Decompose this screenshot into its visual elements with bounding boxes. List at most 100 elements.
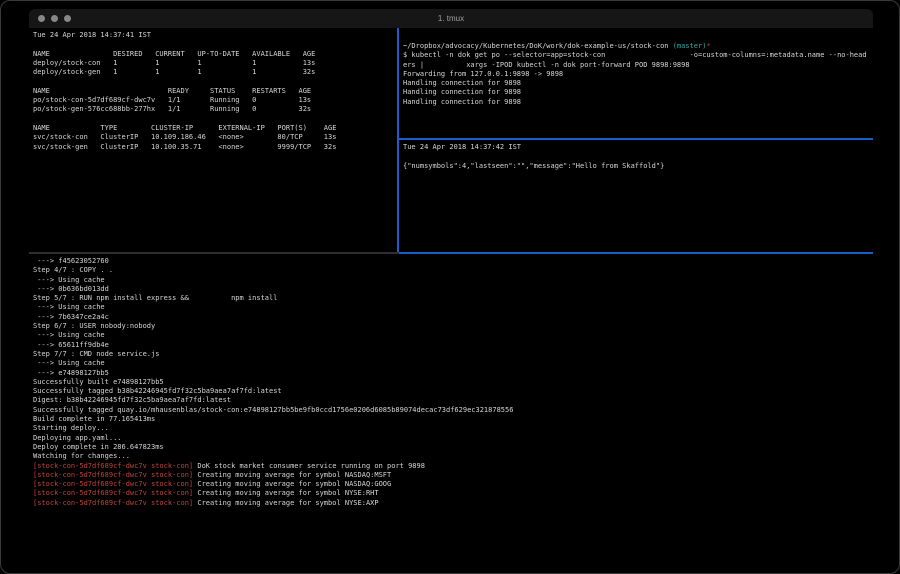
terminal-line: Digest: b38b42246945fd7f32c5ba9aea7af7fd… [33,396,869,405]
terminal-text-segment: Step 6/7 : USER nobody:nobody [33,322,155,330]
terminal-text-segment: Deploying app.yaml... [33,434,122,442]
terminal-text-segment: ---> Using cache [33,276,105,284]
terminal-text-segment: [stock-con-5d7df689cf-dwc7v stock-con] [33,471,193,479]
terminal-line: svc/stock-gen ClusterIP 10.100.35.71 <no… [33,143,396,152]
terminal-text-segment: [stock-con-5d7df689cf-dwc7v stock-con] [33,489,193,497]
terminal-text-segment: ---> 7b6347ce2a4c [33,313,109,321]
terminal-line: Forwarding from 127.0.0.1:9898 -> 9898 [403,70,869,79]
terminal-line: Tue 24 Apr 2018 14:37:42 IST [403,143,869,152]
terminal-line: $ kubectl -n dok get po --selector=app=s… [403,51,869,60]
terminal-line: Step 7/7 : CMD node service.js [33,350,869,359]
terminal-text-segment: [stock-con-5d7df689cf-dwc7v stock-con] [33,480,193,488]
terminal-text-segment: Build complete in 77.165413ms [33,415,155,423]
terminal-text-segment: Watching for changes... [33,452,130,460]
terminal-line: ---> Using cache [33,303,869,312]
terminal-line: Step 5/7 : RUN npm install express && np… [33,294,869,303]
terminal-window: 1. tmux Tue 24 Apr 2018 14:37:41 IST NAM… [29,9,873,532]
terminal-line: svc/stock-con ClusterIP 10.109.186.46 <n… [33,133,396,142]
terminal-line: {"numsymbols":4,"lastseen":"","message":… [403,162,869,171]
terminal-text-segment: ers | xargs -IPOD kubectl -n dok port-fo… [403,61,690,69]
terminal-text-segment: ---> Using cache [33,303,105,311]
terminal-line: Handling connection for 9898 [403,98,869,107]
terminal-line: NAME DESIRED CURRENT UP-TO-DATE AVAILABL… [33,50,396,59]
terminal-text-segment: [stock-con-5d7df689cf-dwc7v stock-con] [33,499,193,507]
terminal-text-segment: Successfully tagged quay.io/mhausenblas/… [33,406,513,414]
terminal-text-segment: Starting deploy... [33,424,109,432]
terminal-line: Step 6/7 : USER nobody:nobody [33,322,869,331]
terminal-line: ers | xargs -IPOD kubectl -n dok port-fo… [403,61,869,70]
terminal-text-segment: ---> f45623052760 [33,257,109,265]
terminal-line: ---> f45623052760 [33,257,869,266]
terminal-text-segment: ---> Using cache [33,331,105,339]
terminal-text-segment: deploy/stock-gen 1 1 1 1 32s [33,68,315,76]
terminal-text-segment: Creating moving average for symbol NYSE:… [193,489,378,497]
terminal-line: deploy/stock-con 1 1 1 1 13s [33,59,396,68]
pane-port-forward[interactable]: ~/Dropbox/advocacy/Kubernetes/DoK/work/d… [403,42,869,136]
terminal-text-segment: po/stock-gen-576cc688bb-277hx 1/1 Runnin… [33,105,311,113]
terminal-text-segment: Creating moving average for symbol NASDA… [193,480,391,488]
terminal-line: Deploy complete in 286.647823ms [33,443,869,452]
window-titlebar[interactable]: 1. tmux [29,9,873,28]
terminal-line: ---> Using cache [33,359,869,368]
terminal-line: Watching for changes... [33,452,869,461]
pane-border-right-horizontal[interactable] [399,138,873,140]
terminal-line: [stock-con-5d7df689cf-dwc7v stock-con] C… [33,499,869,508]
terminal-line: ---> 0b636bd013dd [33,285,869,294]
terminal-line: ---> 65611ff9db4e [33,341,869,350]
terminal-text-segment: {"numsymbols":4,"lastseen":"","message":… [403,162,664,170]
terminal-line: ---> e74898127bb5 [33,369,869,378]
terminal-text-segment: ---> e74898127bb5 [33,369,109,377]
terminal-line: Successfully tagged b38b42246945fd7f32c5… [33,387,869,396]
terminal-line: [stock-con-5d7df689cf-dwc7v stock-con] D… [33,462,869,471]
terminal-line: Handling connection for 9898 [403,88,869,97]
terminal-text-segment: Tue 24 Apr 2018 14:37:42 IST [403,143,521,151]
window-title: 1. tmux [29,14,873,23]
terminal-line: Handling connection for 9898 [403,79,869,88]
terminal-text-segment: deploy/stock-con 1 1 1 1 13s [33,59,315,67]
pane-skaffold-build[interactable]: ---> f45623052760Step 4/7 : COPY . . ---… [33,257,869,515]
terminal-text-segment: ~/Dropbox/advocacy/Kubernetes/DoK/work/d… [403,42,673,50]
terminal-text-segment: Handling connection for 9898 [403,79,521,87]
terminal-text-segment: NAME TYPE CLUSTER-IP EXTERNAL-IP PORT(S)… [33,124,336,132]
terminal-line: Successfully built e74898127bb5 [33,378,869,387]
pane-kubectl-watch[interactable]: Tue 24 Apr 2018 14:37:41 IST NAME DESIRE… [33,31,396,251]
terminal-line [403,152,869,161]
terminal-text-segment: $ kubectl -n dok get po --selector=app=s… [403,51,867,59]
terminal-line: Deploying app.yaml... [33,434,869,443]
terminal-text-segment: NAME READY STATUS RESTARTS AGE [33,87,311,95]
pane-border-main-left[interactable] [29,252,399,254]
terminal-line [33,40,396,49]
terminal-line [33,77,396,86]
pane-border-main-right[interactable] [399,252,873,254]
terminal-text-segment: Forwarding from 127.0.0.1:9898 -> 9898 [403,70,563,78]
terminal-text-segment: * [706,42,710,50]
terminal-text-segment: svc/stock-con ClusterIP 10.109.186.46 <n… [33,133,336,141]
pane-service-output[interactable]: Tue 24 Apr 2018 14:37:42 IST {"numsymbol… [403,143,869,249]
terminal-line: Tue 24 Apr 2018 14:37:41 IST [33,31,396,40]
terminal-text-segment: Handling connection for 9898 [403,88,521,96]
terminal-text-segment: Creating moving average for symbol NYSE:… [193,499,378,507]
terminal-line: ---> Using cache [33,276,869,285]
terminal-text-segment: ---> 65611ff9db4e [33,341,109,349]
terminal-text-segment: (master) [673,42,707,50]
terminal-text-segment: Creating moving average for symbol NASDA… [193,471,391,479]
terminal-text-segment: Successfully built e74898127bb5 [33,378,164,386]
terminal-line: ~/Dropbox/advocacy/Kubernetes/DoK/work/d… [403,42,869,51]
terminal-text-segment: po/stock-con-5d7df689cf-dwc7v 1/1 Runnin… [33,96,311,104]
screenshot-frame: 1. tmux Tue 24 Apr 2018 14:37:41 IST NAM… [0,0,900,574]
terminal-line: Step 4/7 : COPY . . [33,266,869,275]
terminal-text-segment: Deploy complete in 286.647823ms [33,443,164,451]
pane-border-vertical[interactable] [397,28,399,252]
terminal-line: ---> Using cache [33,331,869,340]
terminal-text-segment: ---> 0b636bd013dd [33,285,109,293]
terminal-line: deploy/stock-gen 1 1 1 1 32s [33,68,396,77]
terminal-line: NAME READY STATUS RESTARTS AGE [33,87,396,96]
terminal-text-segment: Step 4/7 : COPY . . [33,266,113,274]
terminal-text-segment: ---> Using cache [33,359,105,367]
terminal-text-segment: Handling connection for 9898 [403,98,521,106]
terminal-text-segment: Step 7/7 : CMD node service.js [33,350,159,358]
terminal-text-segment: Step 5/7 : RUN npm install express && np… [33,294,277,302]
terminal-text-segment: svc/stock-gen ClusterIP 10.100.35.71 <no… [33,143,336,151]
terminal-line: [stock-con-5d7df689cf-dwc7v stock-con] C… [33,489,869,498]
terminal-text-segment: DoK stock market consumer service runnin… [193,462,425,470]
